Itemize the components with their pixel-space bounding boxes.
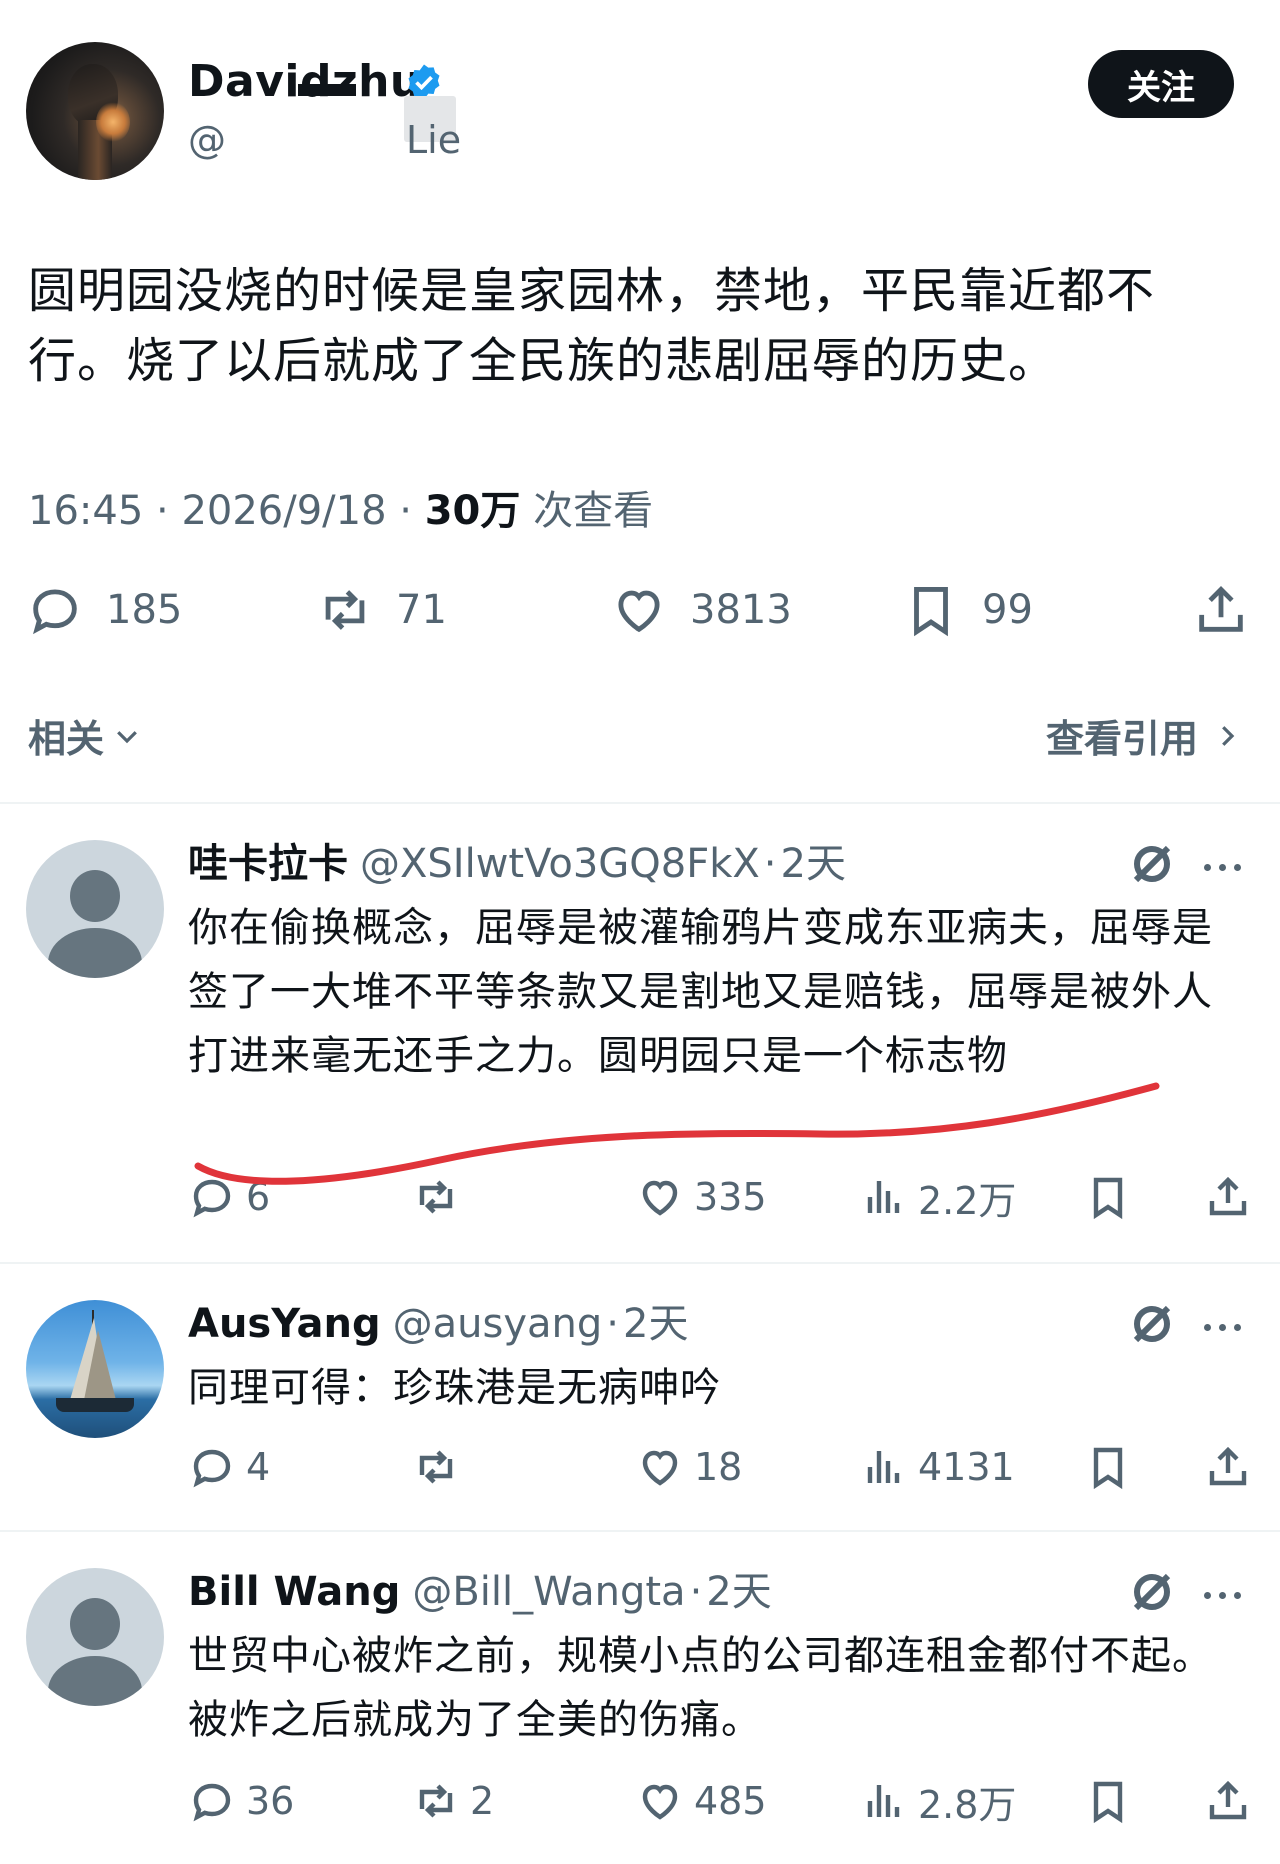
chevron-right-icon	[1222, 725, 1235, 746]
reply-count: 185	[106, 587, 183, 633]
reply-author-name[interactable]: Bill Wang	[188, 1569, 400, 1615]
view-count: 30万	[424, 488, 521, 534]
related-dropdown[interactable]: 相关	[28, 708, 142, 763]
grok-icon[interactable]	[1128, 840, 1176, 888]
reply-button[interactable]: 185	[26, 580, 182, 640]
reply-handle[interactable]: @ausyang	[393, 1301, 603, 1347]
repost-icon	[419, 1784, 453, 1818]
author-display-name[interactable]: Davidzhu	[188, 56, 422, 107]
bookmark-button[interactable]: 99	[902, 580, 1033, 640]
bookmark-icon	[914, 587, 948, 637]
view-quotes-link[interactable]: 查看引用	[1046, 708, 1242, 763]
tweet-time[interactable]: 16:45	[28, 488, 143, 534]
reply-avatar[interactable]	[26, 840, 164, 978]
like-button[interactable]: 335	[636, 1172, 767, 1222]
bookmark-count: 99	[982, 587, 1033, 633]
related-bar: 相关 查看引用	[0, 700, 1280, 763]
bookmark-button[interactable]	[1084, 1776, 1132, 1826]
bookmark-button[interactable]	[1084, 1442, 1132, 1492]
tweet-action-bar: 185 71 3813 99	[0, 580, 1280, 640]
reply-action-bar: 6 335 2.2万	[0, 1172, 1280, 1223]
author-handle[interactable]: @ Lie	[188, 118, 461, 162]
share-icon	[1209, 1446, 1247, 1486]
reply-bubble-icon	[193, 1449, 231, 1488]
share-button[interactable]	[1204, 1172, 1252, 1222]
divider	[0, 1530, 1280, 1532]
views-button[interactable]: 2.8万	[860, 1776, 1016, 1827]
more-dots-icon[interactable]	[1204, 1584, 1250, 1604]
bookmark-icon	[1093, 1447, 1123, 1490]
heart-icon	[618, 590, 660, 633]
reply-text: 世贸中心被炸之前，规模小点的公司都连租金都付不起。被炸之后就成为了全美的伤痛。	[188, 1633, 1213, 1743]
view-label: 次查看	[533, 488, 654, 534]
reply-handle[interactable]: @XSIlwtVo3GQ8FkX	[360, 841, 760, 887]
reply-header: AusYang @ausyang · 2天	[188, 1301, 689, 1347]
share-button[interactable]	[1204, 1776, 1252, 1826]
divider	[0, 1262, 1280, 1264]
reply-action-bar: 4 18 4131	[0, 1442, 1280, 1492]
tweet-text: 圆明园没烧的时候是皇家园林，禁地，平民靠近都不行。烧了以后就成了全民族的悲剧屈辱…	[28, 263, 1156, 389]
reply-avatar[interactable]	[26, 1300, 164, 1438]
reply-avatar[interactable]	[26, 1568, 164, 1706]
reply-button[interactable]: 36	[188, 1776, 294, 1826]
reply-action-bar: 36 2 485 2.8万	[0, 1776, 1280, 1827]
main-tweet-header: Davidzhu @ Lie 关注	[0, 0, 1280, 200]
repost-button[interactable]	[412, 1172, 470, 1222]
reply-time[interactable]: 2天	[781, 841, 846, 887]
share-icon	[1199, 586, 1243, 632]
like-count: 3813	[690, 587, 792, 633]
more-dots-icon[interactable]	[1204, 856, 1250, 876]
grok-icon[interactable]	[1128, 1568, 1176, 1616]
views-button[interactable]: 2.2万	[860, 1172, 1016, 1223]
reply-bubble-icon	[33, 589, 77, 635]
more-dots-icon[interactable]	[1204, 1316, 1250, 1336]
reply-handle[interactable]: @Bill_Wangta	[412, 1569, 685, 1615]
repost-button[interactable]: 71	[316, 580, 447, 640]
reply-text: 同理可得：珍珠港是无病呻吟	[188, 1365, 721, 1411]
repost-button[interactable]: 2	[412, 1776, 494, 1826]
reply-time[interactable]: 2天	[623, 1301, 688, 1347]
like-button[interactable]: 3813	[610, 580, 792, 640]
censor-bar	[298, 84, 356, 96]
repost-button[interactable]	[412, 1442, 470, 1492]
grok-icon[interactable]	[1128, 1300, 1176, 1348]
bookmark-icon	[1093, 1781, 1123, 1824]
bookmark-icon	[1093, 1177, 1123, 1220]
like-button[interactable]: 485	[636, 1776, 767, 1826]
reply-button[interactable]: 6	[188, 1172, 270, 1222]
views-bar-icon	[867, 1451, 900, 1483]
share-button[interactable]	[1204, 1442, 1252, 1492]
share-button[interactable]	[1192, 580, 1250, 640]
bookmark-button[interactable]	[1084, 1172, 1132, 1222]
reply-bubble-icon	[193, 1783, 231, 1822]
like-button[interactable]: 18	[636, 1442, 742, 1492]
repost-icon	[419, 1450, 453, 1484]
reply-header: Bill Wang @Bill_Wangta · 2天	[188, 1569, 772, 1615]
repost-icon	[419, 1180, 453, 1214]
reply-author-name[interactable]: 哇卡拉卡	[188, 841, 348, 887]
views-bar-icon	[867, 1785, 900, 1817]
heart-icon	[642, 1180, 678, 1216]
heart-icon	[642, 1450, 678, 1486]
views-button[interactable]: 4131	[860, 1442, 1015, 1492]
reply-button[interactable]: 4	[188, 1442, 270, 1492]
tweet-date[interactable]: 2026/9/18	[181, 488, 386, 534]
reply-author-name[interactable]: AusYang	[188, 1301, 381, 1347]
repost-count: 71	[396, 587, 447, 633]
share-icon	[1209, 1176, 1247, 1216]
tweet-meta: 16:45 · 2026/9/18 · 30万 次查看	[28, 488, 654, 534]
reply-header: 哇卡拉卡 @XSIlwtVo3GQ8FkX · 2天	[188, 841, 846, 887]
views-bar-icon	[867, 1181, 900, 1213]
reply-bubble-icon	[193, 1179, 231, 1218]
repost-icon	[325, 590, 365, 630]
divider	[0, 802, 1280, 804]
share-icon	[1209, 1780, 1247, 1820]
heart-icon	[642, 1784, 678, 1820]
reply-time[interactable]: 2天	[706, 1569, 771, 1615]
follow-button[interactable]: 关注	[1088, 50, 1234, 118]
chevron-down-icon	[117, 730, 137, 743]
author-avatar[interactable]	[26, 42, 164, 180]
reply-text: 你在偷换概念，屈辱是被灌输鸦片变成东亚病夫，屈辱是签了一大堆不平等条款又是割地又…	[188, 905, 1213, 1079]
